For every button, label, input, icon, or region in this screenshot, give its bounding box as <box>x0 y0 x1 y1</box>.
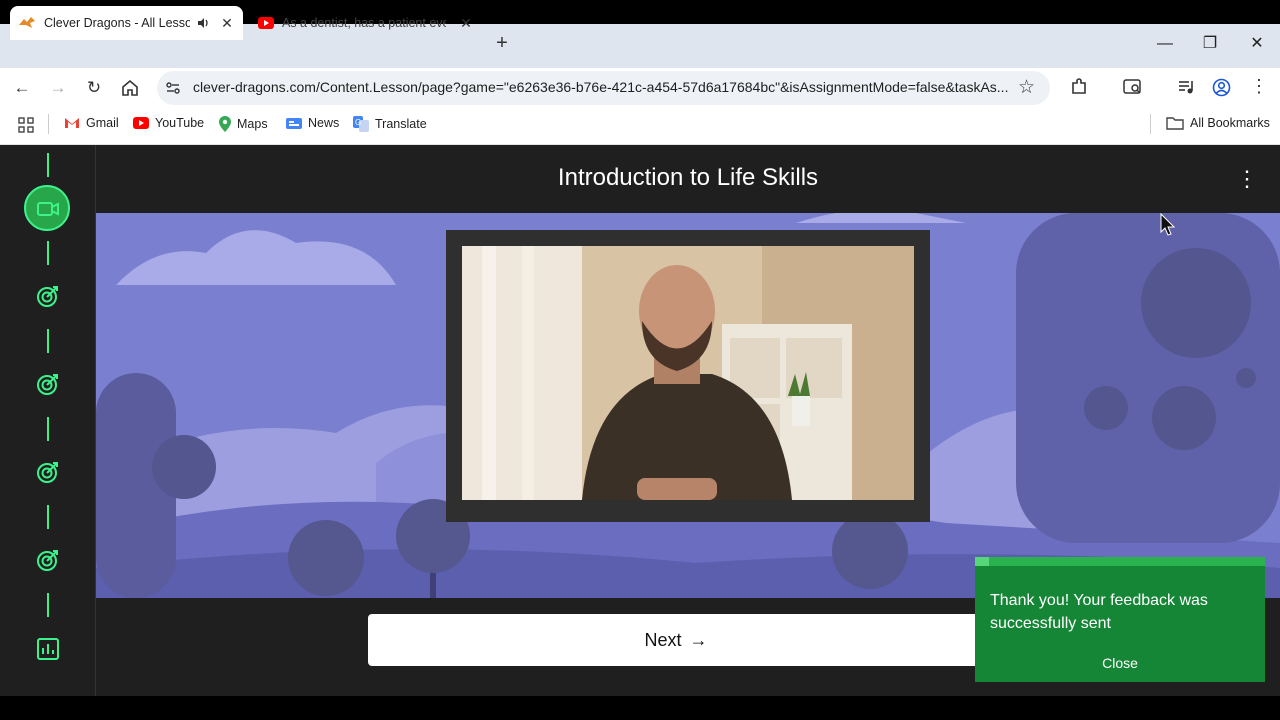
rail-connector <box>47 417 49 441</box>
next-button[interactable]: Next → <box>368 614 984 666</box>
speaker-icon[interactable] <box>196 16 210 30</box>
toast-progress-bar <box>975 557 1265 566</box>
mouse-cursor-icon <box>1160 213 1176 236</box>
lesson-header: Introduction to Life Skills ⋮ <box>96 145 1280 212</box>
translate-icon: G <box>353 116 369 132</box>
home-icon[interactable] <box>120 78 140 98</box>
feedback-toast: Thank you! Your feedback was successfull… <box>975 557 1265 682</box>
all-bookmarks-button[interactable]: All Bookmarks <box>1166 116 1270 130</box>
bookmark-label: Maps <box>237 117 268 131</box>
tab-search-icon[interactable] <box>1123 78 1143 96</box>
lesson-title: Introduction to Life Skills <box>557 164 819 191</box>
forward-icon[interactable]: → <box>48 78 68 98</box>
bookmark-label: News <box>308 116 340 130</box>
all-bookmarks-label: All Bookmarks <box>1190 116 1270 130</box>
restore-icon[interactable]: ❐ <box>1200 34 1220 54</box>
back-icon[interactable]: ← <box>12 78 32 98</box>
media-controls-icon[interactable] <box>1177 78 1195 96</box>
folder-icon <box>1166 117 1184 130</box>
maps-pin-icon <box>219 116 231 132</box>
dragon-favicon-icon <box>19 17 35 28</box>
arrow-right-icon: → <box>689 629 708 650</box>
target-icon[interactable] <box>36 460 60 484</box>
youtube-favicon-icon <box>258 17 274 29</box>
target-icon[interactable] <box>36 372 60 396</box>
rail-connector <box>47 329 49 353</box>
gmail-icon <box>65 118 79 128</box>
screen-bottom-bar <box>0 696 1280 720</box>
next-button-label: Next <box>644 629 682 650</box>
bookmark-star-icon[interactable]: ☆ <box>1018 76 1035 99</box>
toast-message: Thank you! Your feedback was successfull… <box>990 592 1208 632</box>
rail-connector <box>47 593 49 617</box>
news-icon <box>286 118 302 129</box>
bookmark-label: YouTube <box>155 116 205 130</box>
bookmark-gmail[interactable]: Gmail <box>64 116 119 130</box>
divider <box>48 114 49 134</box>
bookmark-news[interactable]: News <box>286 116 339 130</box>
bar-chart-icon[interactable] <box>36 637 60 661</box>
site-info-icon[interactable] <box>165 80 181 96</box>
youtube-icon <box>133 117 149 129</box>
bookmark-label: Gmail <box>86 116 119 130</box>
target-icon[interactable] <box>36 284 60 308</box>
rail-connector <box>47 241 49 265</box>
close-window-icon[interactable]: ✕ <box>1247 34 1267 54</box>
minimize-icon[interactable]: — <box>1155 34 1175 54</box>
extensions-icon[interactable] <box>1069 77 1089 97</box>
bookmark-youtube[interactable]: YouTube <box>133 116 204 130</box>
rail-connector <box>47 153 49 177</box>
toast-close-button[interactable]: Close <box>975 655 1265 671</box>
tab-label: As a dentist, has a patient ever <box>282 16 446 30</box>
reload-icon[interactable]: ↻ <box>84 78 104 98</box>
close-tab-icon[interactable]: ✕ <box>219 15 235 31</box>
bookmark-maps[interactable]: Maps <box>219 116 268 132</box>
url-text: clever-dragons.com/Content.Lesson/page?g… <box>193 79 1008 95</box>
tab-label: Clever Dragons - All Lessons <box>44 16 190 30</box>
video-camera-icon <box>37 202 59 216</box>
profile-icon[interactable] <box>1212 78 1231 97</box>
svg-text:G: G <box>355 118 361 127</box>
divider <box>1150 114 1151 134</box>
tab-youtube-dentist[interactable]: As a dentist, has a patient ever ✕ <box>252 6 482 40</box>
toast-progress-fill <box>975 557 989 566</box>
new-tab-icon[interactable]: + <box>492 33 512 54</box>
browser-menu-icon[interactable]: ⋮ <box>1250 76 1268 97</box>
tab-clever-dragons[interactable]: Clever Dragons - All Lessons ✕ <box>10 6 243 40</box>
more-options-icon[interactable]: ⋮ <box>1236 167 1258 191</box>
close-tab-icon[interactable]: ✕ <box>458 15 474 31</box>
target-icon[interactable] <box>36 548 60 572</box>
bookmark-label: Translate <box>375 117 427 131</box>
apps-grid-icon[interactable] <box>18 117 34 133</box>
rail-connector <box>47 505 49 529</box>
bookmark-translate[interactable]: G Translate <box>353 116 427 132</box>
lesson-progress-rail <box>0 145 96 696</box>
lesson-video[interactable] <box>462 246 914 500</box>
